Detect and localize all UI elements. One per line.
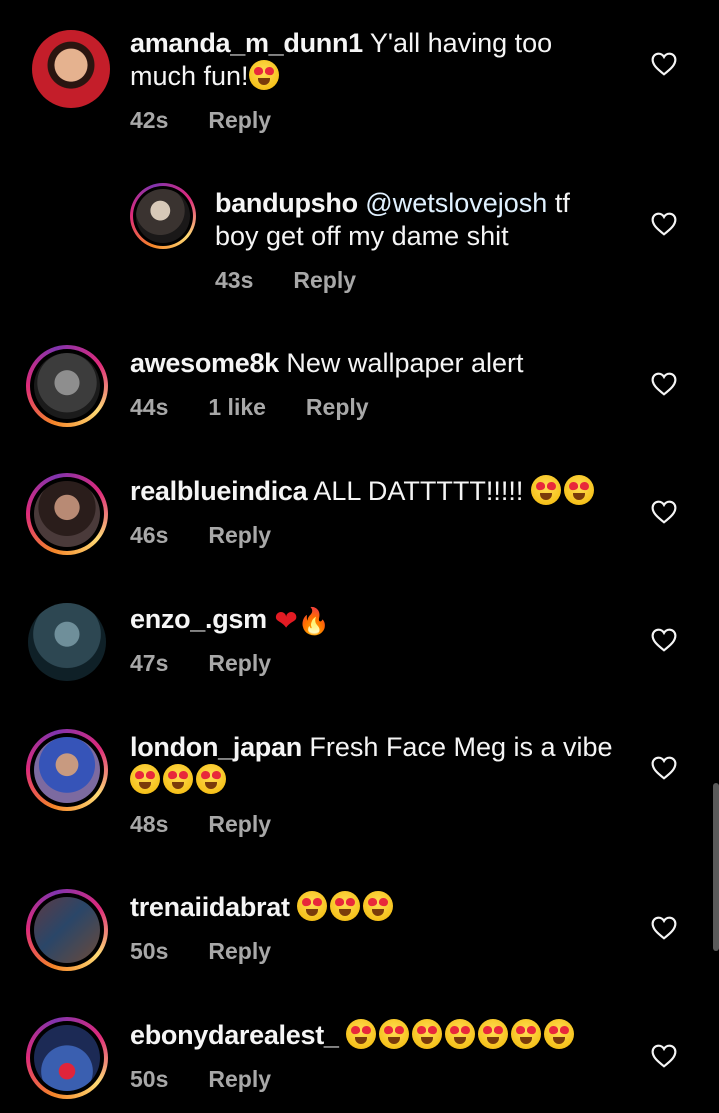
like-count[interactable]: 1 like bbox=[208, 394, 266, 421]
comment-username[interactable]: bandupsho bbox=[215, 188, 358, 218]
like-heart-icon[interactable] bbox=[651, 628, 677, 652]
heart-eyes-emoji-icon bbox=[130, 764, 160, 794]
like-heart-icon[interactable] bbox=[651, 916, 677, 940]
comment-username[interactable]: enzo_.gsm bbox=[130, 604, 267, 634]
comment-username[interactable]: amanda_m_dunn1 bbox=[130, 28, 363, 58]
avatar[interactable] bbox=[26, 729, 108, 811]
heart-eyes-emoji-icon bbox=[196, 764, 226, 794]
avatar[interactable] bbox=[26, 473, 108, 555]
heart-eyes-emoji-icon bbox=[346, 1019, 377, 1049]
heart-eyes-emoji-icon bbox=[297, 891, 328, 921]
like-heart-icon[interactable] bbox=[651, 500, 677, 524]
comment-username[interactable]: realblueindica bbox=[130, 476, 308, 506]
comment-meta: 50s Reply bbox=[130, 1066, 311, 1093]
like-heart-icon[interactable] bbox=[651, 372, 677, 396]
heart-eyes-emoji-icon bbox=[379, 1019, 410, 1049]
comment-text: awesome8k New wallpaper alert bbox=[130, 347, 620, 380]
reply-button[interactable]: Reply bbox=[208, 107, 271, 134]
heart-eyes-emoji-icon bbox=[163, 764, 193, 794]
comment-timestamp: 50s bbox=[130, 938, 169, 964]
comment-username[interactable]: ebonydarealest_ bbox=[130, 1020, 339, 1050]
comment-text: bandupsho @wetslovejosh tf boy get off m… bbox=[215, 187, 595, 253]
avatar[interactable] bbox=[26, 345, 108, 427]
comment-timestamp: 48s bbox=[130, 811, 169, 837]
comment-timestamp: 47s bbox=[130, 650, 169, 676]
like-heart-icon[interactable] bbox=[651, 212, 677, 236]
comment-timestamp: 43s bbox=[215, 267, 254, 293]
heart-eyes-emoji-icon bbox=[330, 891, 361, 921]
comment-username[interactable]: london_japan bbox=[130, 732, 302, 762]
avatar[interactable] bbox=[26, 889, 108, 971]
heart-eyes-emoji-icon bbox=[248, 60, 279, 90]
comment-username[interactable]: awesome8k bbox=[130, 348, 279, 378]
avatar[interactable] bbox=[26, 1017, 108, 1099]
avatar[interactable] bbox=[130, 183, 196, 249]
comment-body: Fresh Face Meg is a vibe bbox=[309, 732, 613, 762]
reply-button[interactable]: Reply bbox=[293, 267, 356, 294]
reply-button[interactable]: Reply bbox=[208, 1066, 271, 1093]
comment-body: New wallpaper alert bbox=[286, 348, 524, 378]
comment-text: amanda_m_dunn1 Y'all having too much fun… bbox=[130, 27, 620, 93]
comment-timestamp: 46s bbox=[130, 522, 169, 548]
comment-meta: 42s Reply bbox=[130, 107, 311, 134]
mention-link[interactable]: @wetslovejosh bbox=[365, 188, 547, 218]
like-heart-icon[interactable] bbox=[651, 756, 677, 780]
reply-button[interactable]: Reply bbox=[306, 394, 369, 421]
comment-text: london_japan Fresh Face Meg is a vibe bbox=[130, 731, 620, 797]
comment-meta: 48s Reply bbox=[130, 811, 311, 838]
heart-eyes-emoji-icon bbox=[478, 1019, 509, 1049]
reply-button[interactable]: Reply bbox=[208, 650, 271, 677]
comment-timestamp: 44s bbox=[130, 394, 169, 420]
comment-meta: 50s Reply bbox=[130, 938, 311, 965]
avatar[interactable] bbox=[26, 601, 108, 683]
comment-timestamp: 50s bbox=[130, 1066, 169, 1092]
avatar[interactable] bbox=[30, 28, 112, 110]
comment-meta: 46s Reply bbox=[130, 522, 311, 549]
red-heart-icon: ❤ bbox=[274, 605, 298, 636]
comment-meta: 43s Reply bbox=[215, 267, 396, 294]
comment-text: ebonydarealest_ bbox=[130, 1019, 690, 1052]
heart-eyes-emoji-icon bbox=[445, 1019, 476, 1049]
heart-eyes-emoji-icon bbox=[511, 1019, 542, 1049]
reply-button[interactable]: Reply bbox=[208, 522, 271, 549]
comment-text: trenaiidabrat bbox=[130, 891, 620, 924]
reply-button[interactable]: Reply bbox=[208, 811, 271, 838]
heart-eyes-emoji-icon bbox=[363, 891, 394, 921]
comment-body: ALL DATTTTT!!!!! bbox=[313, 476, 524, 506]
like-heart-icon[interactable] bbox=[651, 1044, 677, 1068]
comment-username[interactable]: trenaiidabrat bbox=[130, 892, 290, 922]
comment-meta: 44s 1 like Reply bbox=[130, 394, 409, 421]
heart-eyes-emoji-icon bbox=[530, 475, 561, 505]
reply-button[interactable]: Reply bbox=[208, 938, 271, 965]
heart-eyes-emoji-icon bbox=[544, 1019, 575, 1049]
like-heart-icon[interactable] bbox=[651, 52, 677, 76]
heart-eyes-emoji-icon bbox=[563, 475, 594, 505]
comment-text: enzo_.gsm ❤🔥 bbox=[130, 603, 620, 638]
fire-icon: 🔥 bbox=[297, 606, 331, 636]
comment-meta: 47s Reply bbox=[130, 650, 311, 677]
heart-eyes-emoji-icon bbox=[412, 1019, 443, 1049]
comment-timestamp: 42s bbox=[130, 107, 169, 133]
comment-text: realblueindica ALL DATTTTT!!!!! bbox=[130, 475, 620, 508]
scrollbar[interactable] bbox=[713, 783, 719, 951]
